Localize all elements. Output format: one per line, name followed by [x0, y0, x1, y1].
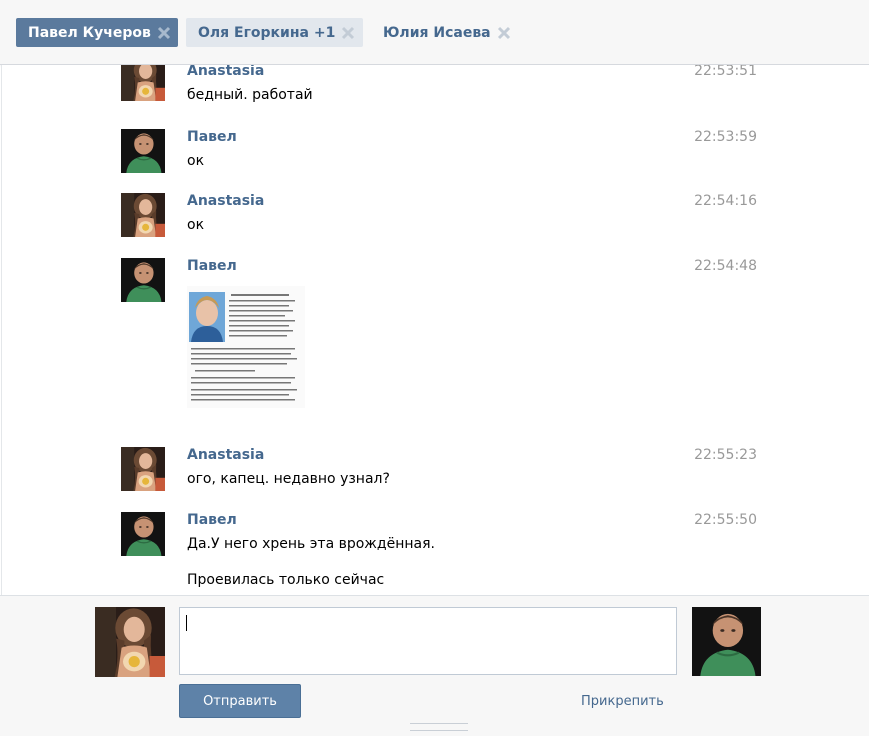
message-author[interactable]: Anastasia	[187, 65, 264, 79]
message-time[interactable]: 22:53:51	[694, 65, 757, 79]
message-item: Павел 22:53:59 ок	[121, 129, 761, 179]
avatar[interactable]	[121, 65, 165, 101]
message-item: Anastasia 22:55:23 ого, капец. недавно у…	[121, 447, 761, 497]
avatar[interactable]	[121, 512, 165, 556]
avatar[interactable]	[121, 193, 165, 237]
message-time[interactable]: 22:54:48	[694, 258, 757, 274]
message-time[interactable]: 22:55:23	[694, 447, 757, 463]
message-time[interactable]: 22:53:59	[694, 129, 757, 145]
avatar[interactable]	[121, 258, 165, 302]
message-history[interactable]: Anastasia 22:53:51 бедный. работай Павел…	[1, 65, 869, 595]
tab-pavel-kucherov[interactable]: Павел Кучеров	[16, 18, 178, 47]
peer-avatar[interactable]	[692, 607, 761, 676]
message-item: Anastasia 22:54:16 ок	[121, 193, 761, 243]
dialog-tab-bar: Павел Кучеров Оля Егоркина +1 Юлия Исаев…	[0, 0, 869, 65]
message-text: ок	[187, 153, 205, 169]
message-item: Павел 22:55:50 Да.У него хрень эта врожд…	[121, 512, 761, 595]
message-text: ок	[187, 217, 205, 233]
tab-olya-egorkina[interactable]: Оля Егоркина +1	[186, 18, 363, 47]
message-author[interactable]: Павел	[187, 129, 237, 145]
message-text: Проевилась только сейчас	[187, 572, 385, 588]
text-caret	[186, 615, 187, 631]
message-time[interactable]: 22:54:16	[694, 193, 757, 209]
message-author[interactable]: Anastasia	[187, 447, 264, 463]
close-icon[interactable]	[497, 26, 511, 40]
tab-label: Павел Кучеров	[28, 24, 151, 41]
message-item: Anastasia 22:53:51 бедный. работай	[121, 65, 761, 113]
close-icon[interactable]	[157, 26, 171, 40]
avatar[interactable]	[121, 129, 165, 173]
tab-label: Юлия Исаева	[383, 24, 491, 41]
tab-yulia-isaeva[interactable]: Юлия Исаева	[371, 18, 517, 47]
tab-label: Оля Егоркина +1	[198, 24, 336, 41]
message-author[interactable]: Anastasia	[187, 193, 264, 209]
compose-area: Отправить Прикрепить	[0, 595, 869, 736]
message-text: Да.У него хрень эта врождённая.	[187, 536, 435, 552]
message-text: бедный. работай	[187, 87, 313, 103]
resize-handle[interactable]	[410, 723, 468, 731]
message-time[interactable]: 22:55:50	[694, 512, 757, 528]
send-button[interactable]: Отправить	[179, 684, 301, 718]
message-input[interactable]	[179, 607, 677, 675]
photo-attachment[interactable]	[187, 286, 305, 408]
my-avatar[interactable]	[95, 607, 165, 677]
message-author[interactable]: Павел	[187, 258, 237, 274]
avatar[interactable]	[121, 447, 165, 491]
message-item: Павел 22:54:48	[121, 258, 761, 418]
message-text: ого, капец. недавно узнал?	[187, 471, 390, 487]
attach-link[interactable]: Прикрепить	[581, 694, 664, 709]
message-author[interactable]: Павел	[187, 512, 237, 528]
close-icon[interactable]	[341, 26, 355, 40]
